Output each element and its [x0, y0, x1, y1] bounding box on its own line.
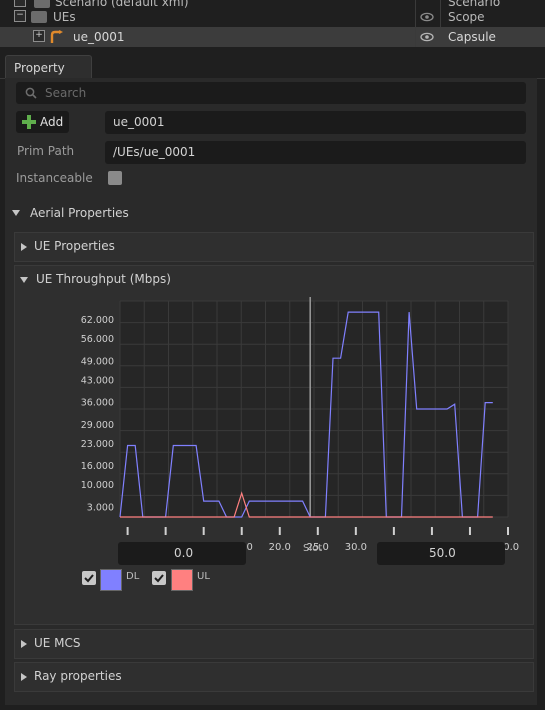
instanceable-checkbox[interactable] [108, 171, 122, 185]
expand-triangle-icon [21, 673, 27, 681]
max-slot-value: 50.0 [429, 546, 456, 560]
min-slot-field[interactable]: 0.0 [118, 542, 246, 565]
y-tick-label: 62.000 [81, 315, 114, 326]
section-title: Aerial Properties [30, 206, 129, 220]
ul-color-swatch[interactable] [171, 569, 193, 591]
search-icon [25, 87, 37, 99]
y-tick-label: 29.000 [81, 420, 114, 431]
tab-property[interactable]: Property [5, 55, 92, 79]
y-tick-label: 10.000 [81, 480, 114, 491]
name-value: ue_0001 [113, 115, 165, 129]
min-slot-value: 0.0 [174, 546, 194, 560]
section-title: UE MCS [34, 636, 81, 650]
tree-item-label: ue_0001 [73, 30, 125, 44]
eye-icon[interactable] [420, 10, 434, 24]
check-icon [84, 574, 94, 583]
ue-throughput-frame: UE Throughput (Mbps) 62.000 56.000 49.000 4… [14, 265, 534, 625]
ray-properties-frame[interactable]: Ray properties [14, 662, 534, 692]
tree-row-ues[interactable]: − UEs Scope [0, 7, 545, 27]
tab-label: Property [14, 61, 65, 75]
legend-ul-label: UL [197, 571, 210, 582]
expand-icon[interactable]: + [33, 30, 45, 42]
ue-properties-frame[interactable]: UE Properties [14, 232, 534, 262]
expand-triangle-icon [21, 243, 27, 251]
section-title: Ray properties [34, 669, 122, 683]
dl-color-swatch[interactable] [100, 569, 122, 591]
y-tick-label: 49.000 [81, 356, 114, 367]
tree-item-type: Capsule [448, 30, 496, 44]
collapse-triangle-icon[interactable] [20, 277, 28, 283]
collapse-icon[interactable]: − [14, 0, 26, 7]
search-input[interactable]: Search [16, 82, 526, 104]
tree-item-type: Scope [448, 10, 485, 24]
add-button[interactable]: Add [16, 111, 69, 133]
property-panel: Search Add ue_0001 Prim Path /UEs/ue_000… [5, 78, 537, 705]
tab-bar: Property [0, 54, 545, 79]
y-tick-label: 16.000 [81, 461, 114, 472]
dl-checkbox[interactable] [82, 571, 96, 585]
aerial-properties-header[interactable]: Aerial Properties [5, 199, 537, 227]
y-tick-label: 43.000 [81, 375, 114, 386]
instanceable-label: Instanceable [16, 171, 93, 185]
collapse-icon[interactable]: − [14, 10, 26, 22]
eye-icon[interactable] [420, 30, 434, 44]
prim-path-field[interactable]: /UEs/ue_0001 [105, 141, 526, 164]
y-tick-label: 36.000 [81, 398, 114, 409]
check-icon [154, 574, 164, 583]
capsule-icon [50, 30, 63, 43]
y-tick-label: 3.000 [87, 502, 114, 513]
section-title: UE Throughput (Mbps) [36, 272, 171, 286]
folder-icon [31, 11, 47, 23]
add-label: Add [40, 115, 64, 129]
y-tick-label: 23.000 [81, 439, 114, 450]
collapse-triangle-icon [12, 210, 20, 216]
y-tick-label: 56.000 [81, 334, 114, 345]
x-tick-label: 30.0 [345, 542, 367, 551]
ul-checkbox[interactable] [152, 571, 166, 585]
expand-triangle-icon [21, 640, 27, 648]
section-title: UE Properties [34, 239, 115, 253]
plus-icon [22, 115, 36, 129]
search-placeholder: Search [45, 86, 87, 100]
tree-row-ue-0001[interactable]: + ue_0001 Capsule [0, 27, 545, 47]
legend-dl-label: DL [126, 571, 140, 582]
x-axis-label: Slot [303, 543, 323, 554]
max-slot-field[interactable]: 50.0 [377, 542, 505, 565]
throughput-chart[interactable]: 62.000 56.000 49.000 43.000 36.000 29.000 23.0… [15, 291, 533, 551]
prim-path-label: Prim Path [17, 144, 75, 158]
tree-item-label: UEs [53, 10, 76, 24]
ue-mcs-frame[interactable]: UE MCS [14, 629, 534, 659]
x-tick-label: 20.0 [269, 542, 291, 551]
prim-path-value: /UEs/ue_0001 [113, 145, 196, 159]
name-field[interactable]: ue_0001 [105, 111, 526, 134]
